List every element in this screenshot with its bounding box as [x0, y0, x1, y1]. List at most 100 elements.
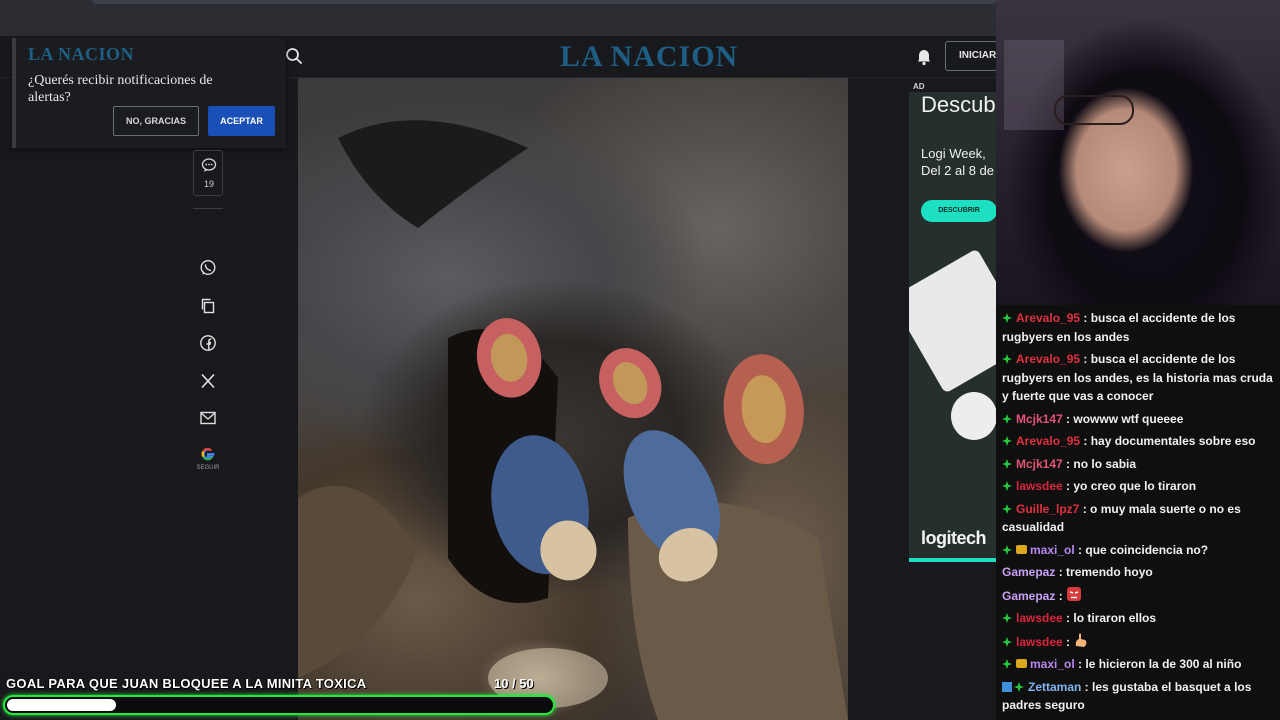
chat-username[interactable]: lawsdee [1016, 479, 1063, 493]
chat-message: Arevalo_95 : hay documentales sobre eso [1002, 432, 1274, 451]
goal-progress-bar [3, 695, 555, 715]
chat-username[interactable]: Arevalo_95 [1016, 352, 1080, 366]
sub-badge-icon [1002, 413, 1012, 424]
chat-message: maxi_ol : que coincidencia no? [1002, 541, 1274, 560]
crown-badge-icon [1016, 659, 1027, 668]
notification-question: ¿Querés recibir notificaciones de alerta… [28, 73, 213, 105]
chat-message: Zettaman : les gustaba el basquet a los … [1002, 678, 1274, 715]
chat-text: tremendo hoyo [1066, 565, 1153, 579]
sub-badge-icon [1014, 681, 1024, 692]
sub-badge-icon [1002, 436, 1012, 446]
chat-text: hay documentales sobre eso [1090, 434, 1256, 448]
sub-badge-icon [1002, 503, 1012, 514]
streamer-glasses [1054, 95, 1134, 125]
chat-separator: : [1062, 479, 1074, 493]
chat-separator: : [1079, 501, 1091, 516]
search-icon[interactable] [284, 46, 304, 66]
follow-label: SEGUIR [196, 465, 220, 471]
chat-separator: : [1074, 657, 1086, 671]
browser-toolbar [0, 0, 996, 36]
chat-text: no lo sabia [1073, 456, 1137, 471]
chat-username[interactable]: lawsdee [1016, 635, 1063, 649]
ad-cta-button[interactable]: DESCUBRIR [921, 200, 996, 222]
whatsapp-icon[interactable] [199, 259, 217, 277]
keyboard-image [909, 248, 996, 394]
ad-brand-logo: logitech [921, 528, 987, 548]
chat-separator: : [1062, 456, 1074, 471]
chat-username[interactable]: Guille_lpz7 [1016, 502, 1079, 516]
chat-separator: : [1055, 588, 1067, 603]
boots-in-cave-image [298, 120, 848, 720]
ad-label: AD [913, 82, 925, 91]
accept-button[interactable]: ACEPTAR [208, 106, 275, 136]
chat-text: le hicieron la de 300 al niño [1085, 657, 1242, 671]
chat-message: Arevalo_95 : busca el accidente de los r… [1002, 350, 1274, 406]
chat-text: que coincidencia no? [1085, 542, 1209, 557]
comments-button[interactable]: 19 [193, 150, 223, 196]
chat-username[interactable]: maxi_ol [1030, 543, 1075, 557]
copy-link-icon[interactable] [199, 297, 217, 315]
crown-badge-icon [1016, 544, 1027, 554]
chat-message: Guille_lpz7 : o muy mala suerte o no es … [1002, 500, 1274, 537]
chat-username[interactable]: maxi_ol [1030, 657, 1075, 671]
sub-badge-icon [1002, 613, 1012, 623]
chat-separator: : [1080, 434, 1091, 448]
sub-badge-icon [1002, 458, 1012, 469]
chat-message: lawsdee : lo tiraron ellos [1002, 609, 1274, 628]
chat-panel: Arevalo_95 : busca el accidente de los r… [996, 305, 1280, 720]
bell-icon[interactable] [914, 46, 934, 66]
decline-button[interactable]: NO, GRACIAS [113, 106, 199, 136]
chat-text: wowww wtf queeee [1073, 411, 1184, 426]
share-rail: 19 SEGUIR [188, 148, 228, 471]
chat-username[interactable]: Arevalo_95 [1016, 434, 1080, 448]
x-icon[interactable] [199, 372, 217, 390]
chat-message: Arevalo_95 : busca el accidente de los r… [1002, 309, 1274, 346]
chat-text: yo creo que lo tiraron [1073, 479, 1197, 493]
sub-badge-icon [1002, 481, 1012, 491]
sub-badge-icon [1002, 313, 1012, 323]
ad-title: Descubrí nuestro [921, 92, 996, 117]
chat-message: Gamepaz : [1002, 586, 1274, 606]
chat-username[interactable]: Zettaman [1028, 680, 1081, 694]
chat-separator: : [1055, 565, 1067, 579]
sub-badge-icon [1002, 354, 1012, 364]
chat-message: Mcjk147 : no lo sabia [1002, 455, 1274, 474]
google-icon[interactable] [199, 445, 217, 463]
divider [193, 208, 223, 209]
pointing-hand-emote [1076, 633, 1087, 647]
chat-message: maxi_ol : le hicieron la de 300 al niño [1002, 655, 1274, 674]
comment-icon [201, 158, 217, 172]
sub-badge-icon [1002, 544, 1012, 555]
goal-progress-fill [7, 699, 116, 711]
email-icon[interactable] [199, 409, 217, 427]
chat-message: lawsdee : [1002, 632, 1274, 652]
ad-subtitle-1: Logi Week, [921, 146, 986, 161]
sub-badge-icon [1002, 659, 1012, 669]
chat-separator: : [1062, 411, 1074, 426]
news-page: LA NACION INICIAR LA NACION ¿Querés reci… [0, 36, 1005, 720]
chat-username[interactable]: Mcjk147 [1016, 412, 1063, 426]
site-logo[interactable]: LA NACION [560, 40, 738, 74]
chat-separator: : [1080, 311, 1091, 325]
ad-subtitle-2: Del 2 al 8 de [921, 163, 994, 178]
logitech-ad[interactable]: Descubrí nuestro Logi Week, Del 2 al 8 d… [909, 92, 996, 562]
chat-separator: : [1062, 634, 1074, 649]
chat-username[interactable]: Gamepaz [1002, 589, 1055, 603]
chat-message: Mcjk147 : wowww wtf queeee [1002, 410, 1274, 429]
goal-title: GOAL PARA QUE JUAN BLOQUEE A LA MINITA T… [6, 676, 367, 691]
goal-count: 10 / 50 [494, 676, 534, 691]
chat-text: lo tiraron ellos [1073, 611, 1157, 625]
notification-prompt: LA NACION ¿Querés recibir notificaciones… [12, 38, 286, 148]
address-bar[interactable] [92, 0, 996, 4]
facebook-icon[interactable] [199, 334, 217, 352]
chat-username[interactable]: lawsdee [1016, 611, 1063, 625]
prime-badge-icon [1002, 681, 1012, 692]
chat-username[interactable]: Gamepaz [1002, 565, 1055, 579]
chat-message: Gamepaz : tremendo hoyo [1002, 563, 1274, 582]
sub-badge-icon [1002, 636, 1012, 647]
article-photo [298, 78, 848, 720]
chat-username[interactable]: Arevalo_95 [1016, 311, 1080, 325]
chat-username[interactable]: Mcjk147 [1016, 457, 1063, 471]
chat-message: lawsdee : yo creo que lo tiraron [1002, 477, 1274, 496]
chat-separator: : [1080, 352, 1091, 366]
